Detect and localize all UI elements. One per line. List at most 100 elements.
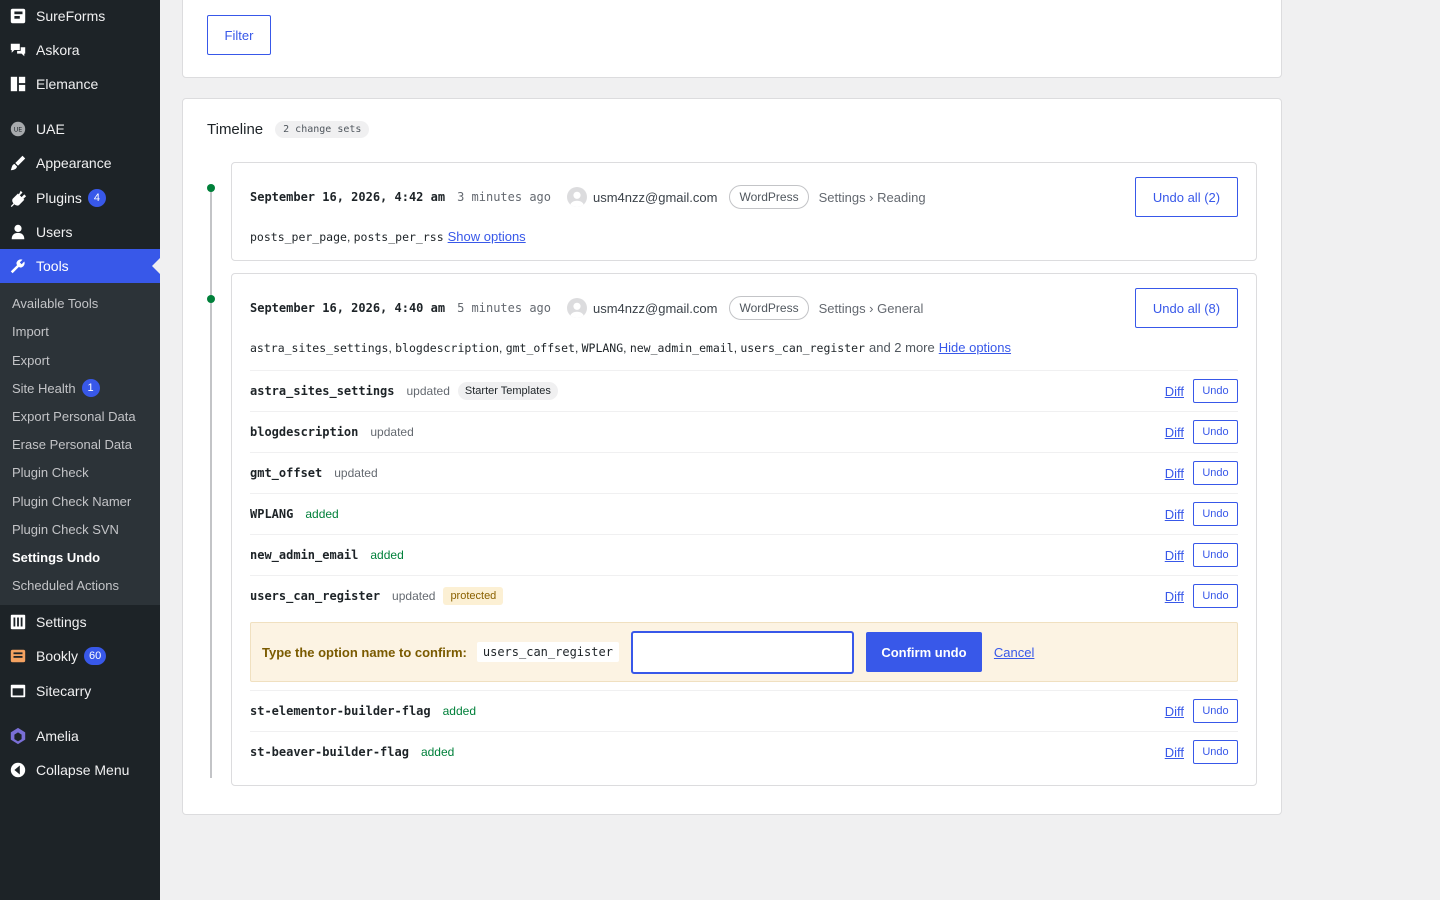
hide-options-link[interactable]: Hide options [939,340,1011,355]
status-label: updated [370,425,414,439]
menu-amelia[interactable]: Amelia [0,719,160,753]
menu-appearance[interactable]: Appearance [0,146,160,180]
undo-button[interactable]: Undo [1193,379,1238,403]
submenu-plugin-check-svn[interactable]: Plugin Check SVN [12,519,119,539]
submenu-scheduled-actions[interactable]: Scheduled Actions [12,575,119,595]
menu-users[interactable]: Users [0,215,160,249]
menu-bookly[interactable]: Bookly 60 [0,639,160,673]
changed-options-list: posts_per_page, posts_per_rss Show optio… [250,229,526,244]
submenu-plugin-check[interactable]: Plugin Check [12,462,89,482]
option-row: gmt_offset updated Diff Undo [250,452,1238,493]
plugins-update-badge: 4 [87,189,106,207]
cancel-link[interactable]: Cancel [994,645,1034,660]
paintbrush-icon [0,154,36,172]
option-name: gmt_offset [250,466,323,480]
svg-text:UE: UE [14,127,23,134]
menu-label: Settings [36,614,87,630]
change-set-count: 2 change sets [275,121,370,138]
settings-icon [0,613,36,631]
change-set-ago: 5 minutes ago [457,301,551,315]
settings-breadcrumb: Settings › General [818,300,924,316]
diff-link[interactable]: Diff [1165,745,1184,760]
option-row: blogdescription updated Diff Undo [250,411,1238,452]
source-badge: WordPress [729,296,809,320]
diff-link[interactable]: Diff [1165,466,1184,481]
option-name: posts_per_rss [353,229,444,244]
status-label: added [442,704,476,718]
menu-settings[interactable]: Settings [0,605,160,639]
submenu-available-tools[interactable]: Available Tools [12,293,98,313]
confirm-undo-button[interactable]: Confirm undo [865,632,982,672]
confirm-prompt: Type the option name to confirm: [262,644,467,660]
amelia-icon [0,727,36,745]
avatar [567,187,587,207]
wrench-icon [0,257,36,275]
undo-button[interactable]: Undo [1193,502,1238,526]
diff-link[interactable]: Diff [1165,704,1184,719]
menu-askora[interactable]: Askora [0,33,160,67]
diff-link[interactable]: Diff [1165,384,1184,399]
collapse-menu-button[interactable]: Collapse Menu [0,753,160,787]
diff-link[interactable]: Diff [1165,507,1184,522]
filter-button[interactable]: Filter [207,15,271,55]
menu-label: Collapse Menu [36,762,130,778]
menu-label: Users [36,224,73,240]
undo-button[interactable]: Undo [1193,543,1238,567]
settings-breadcrumb: Settings › Reading [818,189,926,205]
undo-all-button[interactable]: Undo all (2) [1135,177,1238,217]
option-name: astra_sites_settings [250,340,389,355]
undo-button[interactable]: Undo [1193,420,1238,444]
status-label: updated [392,589,436,603]
option-name: st-elementor-builder-flag [250,704,431,718]
change-set-user: usm4nzz@gmail.com [593,300,718,316]
option-name: posts_per_page [250,229,347,244]
bookly-icon [0,647,36,665]
change-set-date: September 16, 2026, 4:40 am [250,301,446,315]
change-set-meta: September 16, 2026, 4:40 am 5 minutes ag… [250,296,923,320]
menu-tools[interactable]: Tools [0,249,160,283]
menu-label: UAE [36,121,65,137]
undo-all-button[interactable]: Undo all (8) [1135,288,1238,328]
menu-label: Askora [36,42,80,58]
option-row: users_can_register updated protected Dif… [250,575,1238,616]
submenu-plugin-check-namer[interactable]: Plugin Check Namer [12,491,131,511]
option-row: new_admin_email added Diff Undo [250,534,1238,575]
option-row: st-beaver-builder-flag added Diff Undo [250,731,1238,772]
timeline-dot [207,295,215,303]
menu-plugins[interactable]: Plugins 4 [0,181,160,215]
confirm-option-input[interactable] [630,630,854,674]
undo-button[interactable]: Undo [1193,699,1238,723]
menu-sureforms[interactable]: SureForms [0,0,160,32]
status-label: added [305,507,339,521]
menu-label: Appearance [36,155,112,171]
submenu-export[interactable]: Export [12,350,50,370]
timeline-dot [207,184,215,192]
menu-elemance[interactable]: Elemance [0,67,160,101]
collapse-icon [0,761,36,779]
change-set: September 16, 2026, 4:40 am 5 minutes ag… [231,273,1257,786]
confirm-option-name: users_can_register [476,642,619,662]
status-label: updated [406,384,450,398]
undo-button[interactable]: Undo [1193,461,1238,485]
current-menu-arrow [152,258,160,274]
menu-label: Tools [36,258,69,274]
diff-link[interactable]: Diff [1165,425,1184,440]
undo-button[interactable]: Undo [1193,584,1238,608]
submenu-import[interactable]: Import [12,321,49,341]
diff-link[interactable]: Diff [1165,548,1184,563]
show-options-link[interactable]: Show options [448,229,526,244]
option-name: users_can_register [740,340,865,355]
submenu-site-health[interactable]: Site Health 1 [12,378,100,398]
option-name: new_admin_email [629,340,734,355]
diff-link[interactable]: Diff [1165,589,1184,604]
changed-options-list: astra_sites_settings, blogdescription, g… [250,340,1012,355]
option-row: WPLANG added Diff Undo [250,493,1238,534]
submenu-export-personal-data[interactable]: Export Personal Data [12,406,136,426]
submenu-erase-personal-data[interactable]: Erase Personal Data [12,434,132,454]
undo-button[interactable]: Undo [1193,740,1238,764]
menu-uae[interactable]: UE UAE [0,112,160,146]
option-row: astra_sites_settings updated Starter Tem… [250,370,1238,411]
submenu-settings-undo[interactable]: Settings Undo [12,547,100,567]
menu-sitecarry[interactable]: Sitecarry [0,674,160,708]
option-name: st-beaver-builder-flag [250,745,409,759]
